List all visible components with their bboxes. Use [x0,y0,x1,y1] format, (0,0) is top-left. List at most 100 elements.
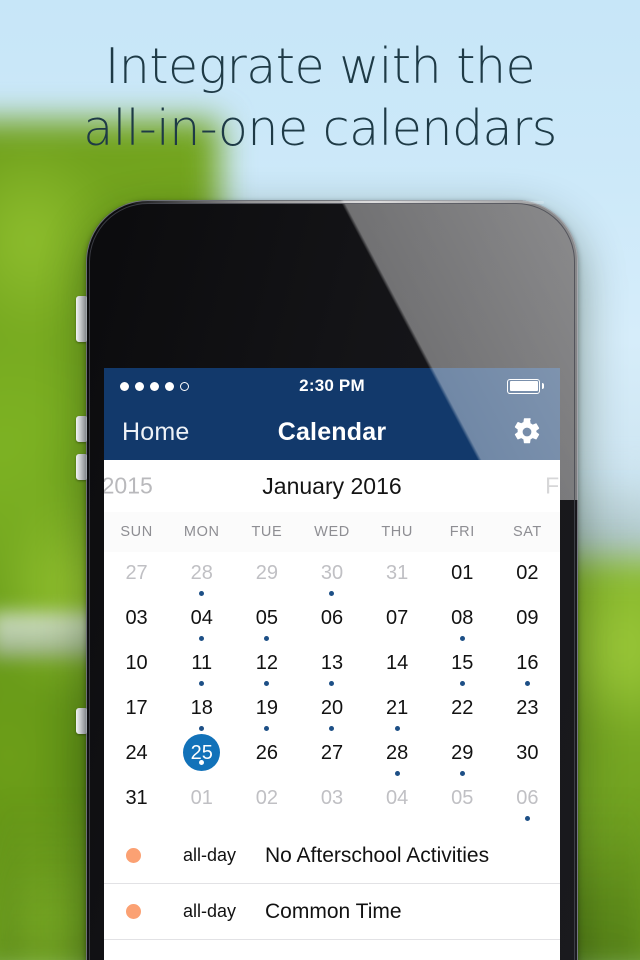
event-indicator-dot [264,726,270,731]
calendar-day[interactable]: 02 [495,552,560,597]
calendar-grid[interactable]: 27 28 29 30 31 01 02 03 04 05 06 07 08 09 10 11 12 13 14 15… [104,552,560,822]
calendar-day[interactable]: 06 [299,597,364,642]
event-indicator-dot [199,636,205,641]
event-indicator-dot [459,771,465,776]
calendar-day-number: 29 [255,562,278,584]
calendar-day[interactable]: 28 [169,552,234,597]
volume-down-button[interactable] [76,454,87,480]
month-carousel[interactable]: ber 2015 January 2016 Februa [104,460,560,512]
weekday-fri: FRI [449,524,475,540]
calendar-day[interactable]: 18 [169,687,234,732]
event-list[interactable]: all-day No Afterschool Activities all-day C… [104,828,560,940]
calendar-day[interactable]: 30 [299,552,364,597]
calendar-day[interactable]: 14 [365,642,430,687]
calendar-day[interactable]: 03 [299,777,364,822]
calendar-day[interactable]: 27 [104,552,169,597]
event-time: all-day [183,901,237,921]
calendar-day[interactable]: 01 [430,552,495,597]
calendar-day[interactable]: 05 [430,777,495,822]
calendar-day-number: 25 [183,734,221,771]
month-next-label[interactable]: Februa [545,473,560,500]
calendar-color-dot [126,904,141,919]
calendar-day[interactable]: 03 [104,597,169,642]
event-indicator-dot [199,726,205,731]
volume-up-button[interactable] [76,416,87,442]
calendar-day-number: 02 [255,787,278,809]
calendar-day[interactable]: 22 [430,687,495,732]
calendar-day[interactable]: 27 [299,732,364,777]
calendar-day-number: 03 [320,787,344,809]
calendar-day[interactable]: 10 [104,642,169,687]
calendar-day-number: 01 [451,562,474,584]
calendar-day[interactable]: 11 [169,642,234,687]
calendar-day[interactable]: 02 [234,777,299,822]
calendar-day-number: 31 [386,562,409,584]
phone-device: 2:30 PM Home Calendar ber 2015 [76,200,578,960]
calendar-day[interactable]: 16 [495,642,560,687]
month-current-label: January 2016 [262,472,402,499]
headline-line-2: all-in-one calendars [83,100,557,157]
calendar-day-number: 04 [386,787,409,809]
calendar-day[interactable]: 04 [365,777,430,822]
calendar-day[interactable]: 29 [430,732,495,777]
calendar-day[interactable]: 30 [495,732,560,777]
promo-screenshot: Integrate with the all-in-one calendars … [0,0,640,960]
calendar-day-number: 27 [125,562,148,584]
calendar-day-number: 06 [516,787,539,809]
calendar-day-number: 19 [255,697,278,719]
calendar-day[interactable]: 28 [365,732,430,777]
mute-switch[interactable] [76,296,87,342]
calendar-day-number: 16 [516,652,539,674]
calendar-day[interactable]: 15 [430,642,495,687]
calendar-day[interactable]: 31 [104,777,169,822]
calendar-day[interactable]: 23 [495,687,560,732]
calendar-day-number: 11 [191,652,213,674]
list-item[interactable]: all-day Common Time [104,884,560,940]
event-title: No Afterschool Activities [265,843,490,867]
calendar-day[interactable]: 29 [234,552,299,597]
calendar-color-dot [126,848,141,863]
weekday-mon: MON [183,524,220,540]
promo-headline: Integrate with the all-in-one calendars [0,36,640,160]
calendar-day-number: 30 [320,562,344,584]
event-indicator-dot [264,636,270,641]
gear-icon[interactable] [512,417,542,447]
calendar-day-number: 29 [451,742,474,764]
calendar-day[interactable]: 21 [365,687,430,732]
calendar-day[interactable]: 24 [104,732,169,777]
weekday-sat: SAT [512,524,542,540]
weekday-sun: SUN [120,524,153,540]
calendar-day-number: 01 [190,787,213,809]
calendar-day[interactable]: 17 [104,687,169,732]
status-bar-time: 2:30 PM [299,376,365,395]
calendar-day-number: 20 [320,697,344,719]
calendar-day-selected[interactable]: 25 [169,732,234,777]
calendar-day-number: 18 [190,697,213,719]
calendar-day-number: 27 [320,742,344,764]
calendar-day-number: 06 [320,607,344,629]
calendar-day[interactable]: 19 [234,687,299,732]
calendar-day[interactable]: 05 [234,597,299,642]
calendar-day[interactable]: 04 [169,597,234,642]
calendar-day-number: 22 [451,697,474,719]
calendar-day[interactable]: 09 [495,597,560,642]
side-button[interactable] [76,708,87,734]
calendar-day[interactable]: 08 [430,597,495,642]
month-previous-label[interactable]: ber 2015 [104,473,153,500]
calendar-day[interactable]: 13 [299,642,364,687]
weekday-header: SUN MON TUE WED THU FRI SAT [104,512,560,552]
list-item[interactable]: all-day No Afterschool Activities [104,828,560,884]
page-title: Calendar [277,417,387,446]
calendar-day[interactable]: 26 [234,732,299,777]
calendar-day[interactable]: 12 [234,642,299,687]
calendar-day[interactable]: 20 [299,687,364,732]
phone-screen: 2:30 PM Home Calendar ber 2015 [104,368,560,960]
calendar-day[interactable]: 01 [169,777,234,822]
calendar-day-number: 08 [451,607,474,629]
calendar-day-number: 13 [320,652,344,674]
calendar-day-number: 07 [386,607,409,629]
calendar-day[interactable]: 31 [365,552,430,597]
event-indicator-dot [394,726,400,731]
calendar-day[interactable]: 07 [365,597,430,642]
calendar-day[interactable]: 06 [495,777,560,822]
